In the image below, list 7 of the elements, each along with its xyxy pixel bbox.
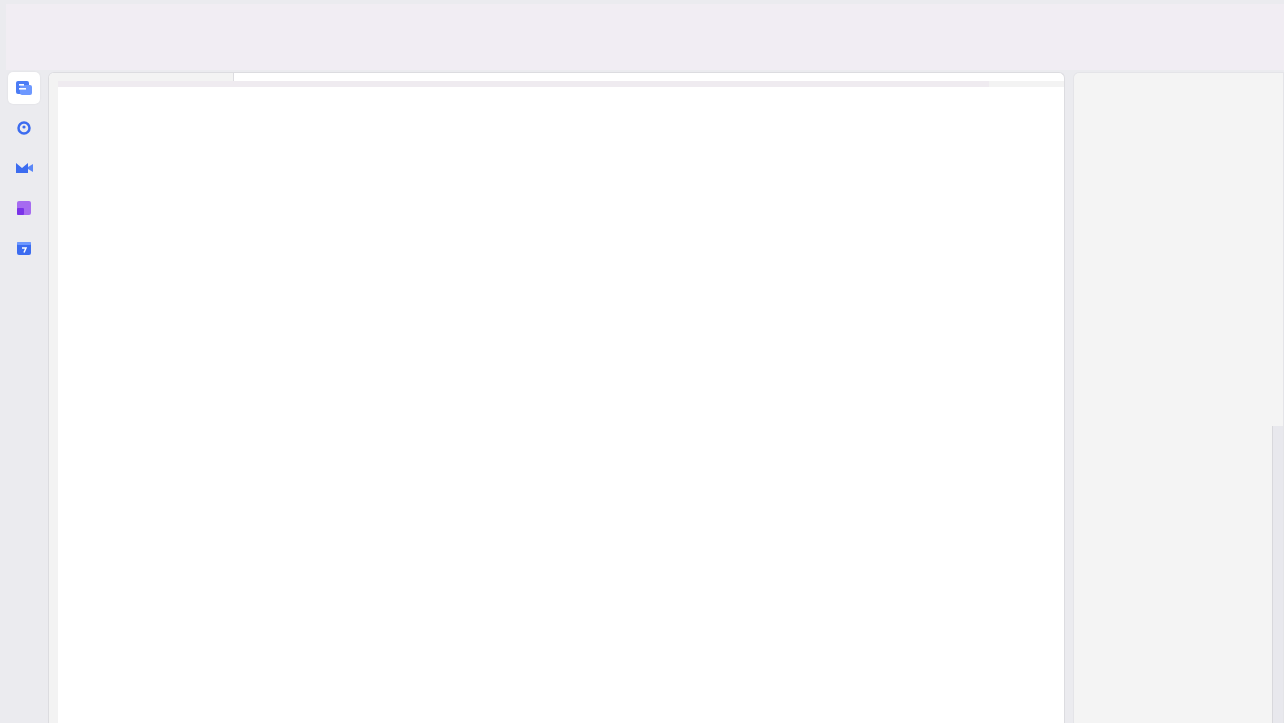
document-icon bbox=[16, 81, 32, 95]
scrollbar[interactable] bbox=[1272, 426, 1283, 723]
grid-icon bbox=[17, 201, 31, 215]
calendar-icon bbox=[17, 241, 31, 255]
clock-icon bbox=[17, 121, 31, 135]
sidebar-item[interactable] bbox=[8, 72, 40, 104]
video-camera-icon bbox=[15, 162, 33, 174]
